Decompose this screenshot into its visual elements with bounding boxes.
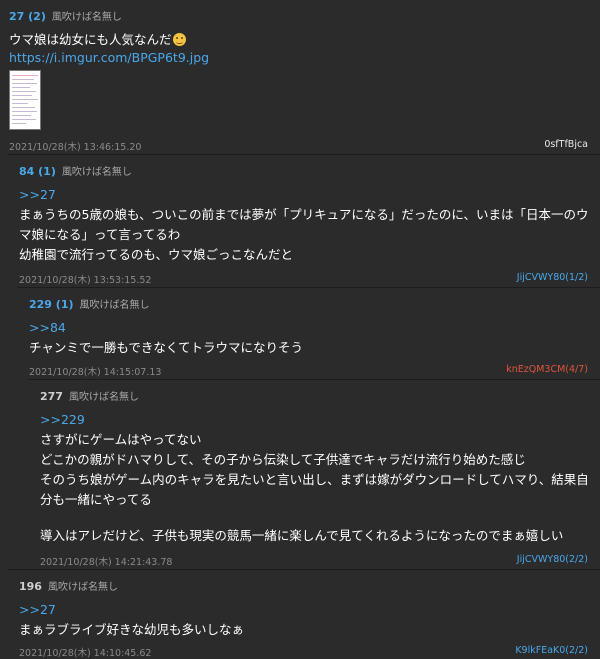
post-date: 2021/10/28(木) 13:53:15.52 <box>19 275 152 286</box>
post-277: 277 風吹けば名無し >>229 さすがにゲームはやってない どこかの親がドハ… <box>28 379 600 569</box>
post-number[interactable]: 196 <box>19 580 42 593</box>
post-body-line: ウマ娘は幼女にも人気なんだ <box>9 30 186 50</box>
reply-anchor[interactable]: >>229 <box>40 410 85 430</box>
poster-id[interactable]: 0sfTfBjca <box>544 139 588 150</box>
post-body-line: そのうち娘がゲーム内のキャラを見たいと言い出し、まずは嫁がダウンロードしてハマり… <box>40 472 589 487</box>
post-body-line: まぁラブライブ好きな幼児も多いしなぁ <box>19 622 245 637</box>
poster-name: 風吹けば名無し <box>51 12 122 23</box>
thread-view: 27 (2) 風吹けば名無し ウマ娘は幼女にも人気なんだ https://i.i… <box>0 0 600 659</box>
hugging-face-emoji-icon <box>172 33 186 46</box>
post-196: 196 風吹けば名無し >>27 まぁラブライブ好きな幼児も多いしなぁ 2021… <box>7 569 600 659</box>
post-body-line: さすがにゲームはやってない <box>40 432 202 447</box>
post-number[interactable]: 27 (2) <box>9 10 46 23</box>
reply-anchor[interactable]: >>84 <box>29 318 66 338</box>
post-date: 2021/10/28(木) 14:10:45.62 <box>19 648 152 659</box>
poster-id[interactable]: K9lkFEaK0(2/2) <box>515 645 588 656</box>
post-body-line: 幼稚園で流行ってるのも、ウマ娘ごっこなんだと <box>19 247 294 262</box>
poster-id[interactable]: knEzQM3CM(4/7) <box>506 364 588 375</box>
reply-anchor[interactable]: >>27 <box>19 185 56 205</box>
post-date: 2021/10/28(木) 14:21:43.78 <box>40 557 173 568</box>
poster-name: 風吹けば名無し <box>68 392 139 403</box>
post-header: 84 (1) 風吹けば名無し <box>19 163 132 179</box>
post-date: 2021/10/28(木) 14:15:07.13 <box>29 367 162 378</box>
post-number[interactable]: 277 <box>40 390 63 403</box>
post-date: 2021/10/28(木) 13:46:15.20 <box>9 142 142 153</box>
post-body-line: 導入はアレだけど、子供も現実の競馬一緒に楽しんで見てくれるようになったのでまぁ嬉… <box>40 528 564 543</box>
post-header: 229 (1) 風吹けば名無し <box>29 296 150 312</box>
post-84: 84 (1) 風吹けば名無し >>27 まぁうちの5歳の娘も、ついこの前までは夢… <box>7 154 600 287</box>
post-header: 196 風吹けば名無し <box>19 578 118 594</box>
poster-name: 風吹けば名無し <box>47 582 118 593</box>
image-thumbnail[interactable] <box>9 70 41 130</box>
post-229: 229 (1) 風吹けば名無し >>84 チャンミで一勝もできなくてトラウマにな… <box>17 287 600 379</box>
post-27: 27 (2) 風吹けば名無し ウマ娘は幼女にも人気なんだ https://i.i… <box>0 0 600 154</box>
poster-id[interactable]: JijCVWY80(1/2) <box>517 272 588 283</box>
poster-name: 風吹けば名無し <box>61 167 132 178</box>
post-body-line: マ娘になる」って言ってるわ <box>19 227 181 242</box>
poster-id[interactable]: JijCVWY80(2/2) <box>517 554 588 565</box>
post-body-line: チャンミで一勝もできなくてトラウマになりそう <box>29 340 304 355</box>
post-header: 277 風吹けば名無し <box>40 388 139 404</box>
post-body-line: まぁうちの5歳の娘も、ついこの前までは夢が「プリキュアになる」だったのに、いまは… <box>19 207 589 222</box>
poster-name: 風吹けば名無し <box>79 300 150 311</box>
post-number[interactable]: 229 (1) <box>29 298 74 311</box>
post-body-line: 分も一緒にやってる <box>40 492 152 507</box>
post-text: ウマ娘は幼女にも人気なんだ <box>9 32 172 47</box>
post-header: 27 (2) 風吹けば名無し <box>9 8 122 24</box>
reply-anchor[interactable]: >>27 <box>19 600 56 620</box>
image-link[interactable]: https://i.imgur.com/BPGP6t9.jpg <box>9 48 209 68</box>
post-body-line: どこかの親がドハマりして、その子から伝染して子供達でキャラだけ流行り始めた感じ <box>40 452 526 467</box>
post-number[interactable]: 84 (1) <box>19 165 56 178</box>
